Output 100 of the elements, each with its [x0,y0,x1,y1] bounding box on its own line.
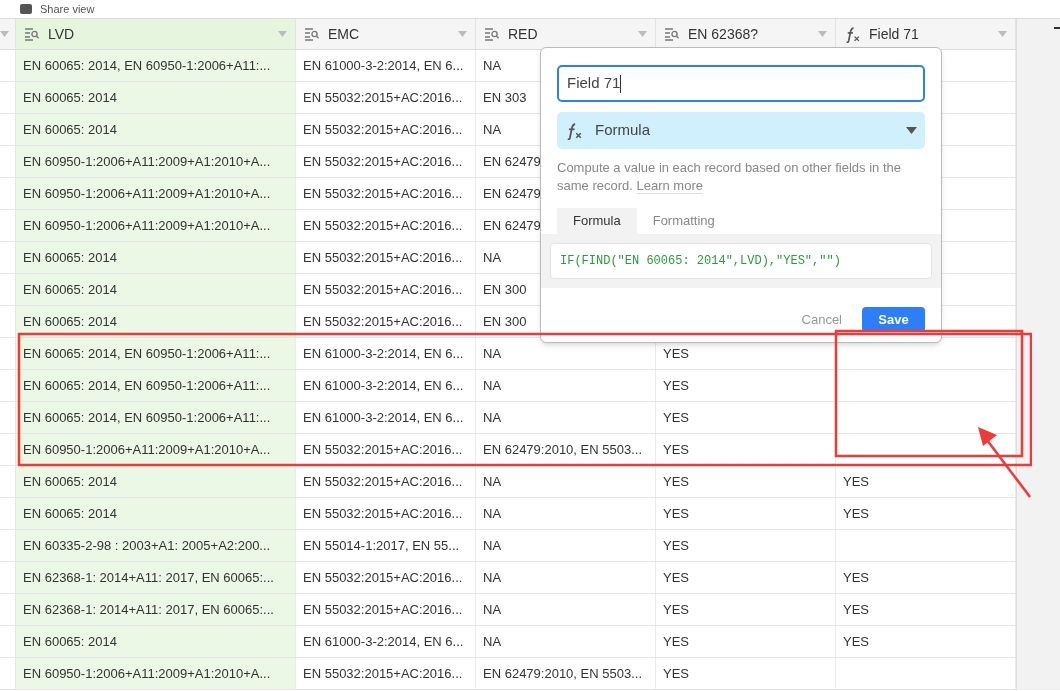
table-cell-text: YES [843,472,869,491]
formula-icon [565,121,583,140]
dropdown-caret-icon[interactable] [458,31,467,37]
table-cell-text: EN 61000-3-2:2014, EN 6... [303,632,464,651]
column-title: Field 71 [869,24,920,44]
table-cell-text: EN 60065: 2014 [23,504,117,523]
table-cell-text: EN 60950-1:2006+A11:2009+A1:2010+A... [23,664,271,683]
table-cell-text: EN 60950-1:2006+A11:2009+A1:2010+A... [23,152,271,171]
table-cell-text: YES [843,568,869,587]
table-cell-text: YES [663,344,689,363]
table-cell-text: EN 55032:2015+AC:2016... [303,120,463,139]
table-cell-text: EN 62368-1: 2014+A11: 2017, EN 60065:... [23,568,274,587]
field-type-description: Compute a value in each record based on other fields in the same record. Learn more [557,159,902,195]
table-cell-text: EN 60065: 2014 [23,280,117,299]
table-cell-text: NA [483,472,502,491]
column-title: EMC [328,24,361,44]
table-cell-text: EN 61000-3-2:2014, EN 6... [303,344,464,363]
table-cell-text: YES [663,408,689,427]
table-cell-text: EN 55032:2015+AC:2016... [303,664,463,683]
annotation-arrow [978,427,1031,498]
lookup-field-icon [24,27,40,41]
table-cell-text: EN 55032:2015+AC:2016... [303,568,463,587]
table-cell-text: EN 55032:2015+AC:2016... [303,248,463,267]
table-cell-text: YES [663,536,689,555]
table-cell-text: YES [663,664,689,683]
column-header[interactable]: LVD [16,19,296,49]
table-cell-text: YES [663,600,689,619]
table-cell-text: EN 55032:2015+AC:2016... [303,152,463,171]
table-cell-text: YES [843,632,869,651]
table-cell-text: NA [483,568,502,587]
table-cell-text: YES [663,504,689,523]
table-cell-text: EN 60065: 2014 [23,632,117,651]
dropdown-caret-icon[interactable] [0,31,9,37]
table-cell-text: EN 62479:2010, EN 5503... [483,440,642,459]
table-cell-text: EN 300 [483,312,527,331]
table-cell-text: EN 55032:2015+AC:2016... [303,312,463,331]
table-cell-text: NA [483,632,502,651]
column-title: LVD [48,24,76,44]
table-cell-text: YES [843,600,869,619]
table-cell-text: EN 55032:2015+AC:2016... [303,88,463,107]
table-cell-text: YES [663,568,689,587]
lookup-field-icon [484,27,500,41]
field-type-select[interactable]: Formula [557,112,925,149]
table-cell-text: NA [483,376,502,395]
table-cell-text: EN 55032:2015+AC:2016... [303,472,463,491]
share-view-link[interactable]: Share view [40,3,95,15]
lookup-field-icon [304,27,320,41]
column-title: EN 62368? [688,24,760,44]
learn-more-link[interactable]: Learn more [636,178,703,194]
table-cell-text: EN 61000-3-2:2014, EN 6... [303,376,464,395]
table-cell-text: EN 60950-1:2006+A11:2009+A1:2010+A... [23,184,271,203]
table-cell-text: EN 55032:2015+AC:2016... [303,440,463,459]
table-cell-text: YES [663,440,689,459]
table-cell-text: EN 61000-3-2:2014, EN 6... [303,56,464,75]
table-cell-text: EN 60065: 2014, EN 60950-1:2006+A11:... [23,408,271,427]
table-cell-text: EN 55032:2015+AC:2016... [303,184,463,203]
table-cell-text: YES [663,472,689,491]
formula-input[interactable]: IF(FIND("EN 60065: 2014",LVD),"YES","") [550,243,932,279]
dropdown-caret-icon [906,127,917,134]
table-cell-text: EN 60065: 2014 [23,248,117,267]
table-cell-text: NA [483,344,502,363]
table-cell-text: EN 62479 [483,216,541,235]
table-cell-text: NA [483,536,502,555]
table-cell-text: EN 300 [483,280,527,299]
table-cell-text: EN 303 [483,88,527,107]
table-cell-text: NA [483,56,502,75]
table-cell-text: EN 60950-1:2006+A11:2009+A1:2010+A... [23,440,271,459]
table-cell-text: EN 60065: 2014 [23,312,117,331]
dropdown-caret-icon[interactable] [818,31,827,37]
dropdown-caret-icon[interactable] [638,31,647,37]
table-cell-text: EN 62479:2010, EN 5503... [483,664,642,683]
table-cell-text: YES [663,376,689,395]
field-name-input[interactable]: Field 71 [557,65,925,102]
table-cell-text: NA [483,248,502,267]
column-title: RED [508,24,539,44]
table-cell-text: EN 60065: 2014 [23,472,117,491]
table-cell-text: EN 60065: 2014, EN 60950-1:2006+A11:... [23,376,271,395]
table-cell-text: NA [483,408,502,427]
table-cell-text: EN 61000-3-2:2014, EN 6... [303,408,464,427]
table-cell-text: NA [483,600,502,619]
table-cell-text: EN 55032:2015+AC:2016... [303,280,463,299]
table-cell-text: EN 55032:2015+AC:2016... [303,216,463,235]
table-cell-text: EN 62368-1: 2014+A11: 2017, EN 60065:... [23,600,274,619]
lookup-field-icon [664,27,680,41]
editor-tab[interactable]: Formula [557,208,637,234]
table-cell-text: EN 62479 [483,152,541,171]
save-button[interactable]: Save [862,307,925,332]
table-cell-text: EN 60065: 2014 [23,120,117,139]
table-cell-text: NA [483,120,502,139]
table-cell-text: EN 60065: 2014, EN 60950-1:2006+A11:... [23,56,271,75]
table-cell-text: EN 60950-1:2006+A11:2009+A1:2010+A... [23,216,271,235]
table-cell-text: EN 62479 [483,184,541,203]
table-cell-text: EN 55014-1:2017, EN 55... [303,536,460,555]
dropdown-caret-icon[interactable] [278,31,287,37]
formula-icon [844,25,861,43]
table-cell-text: EN 60335-2-98 : 2003+A1: 2005+A2:200... [23,536,271,555]
dropdown-caret-icon[interactable] [998,31,1007,37]
table-cell-text: EN 55032:2015+AC:2016... [303,504,463,523]
table-cell-text: EN 60065: 2014 [23,88,117,107]
table-cell-text: NA [483,504,502,523]
